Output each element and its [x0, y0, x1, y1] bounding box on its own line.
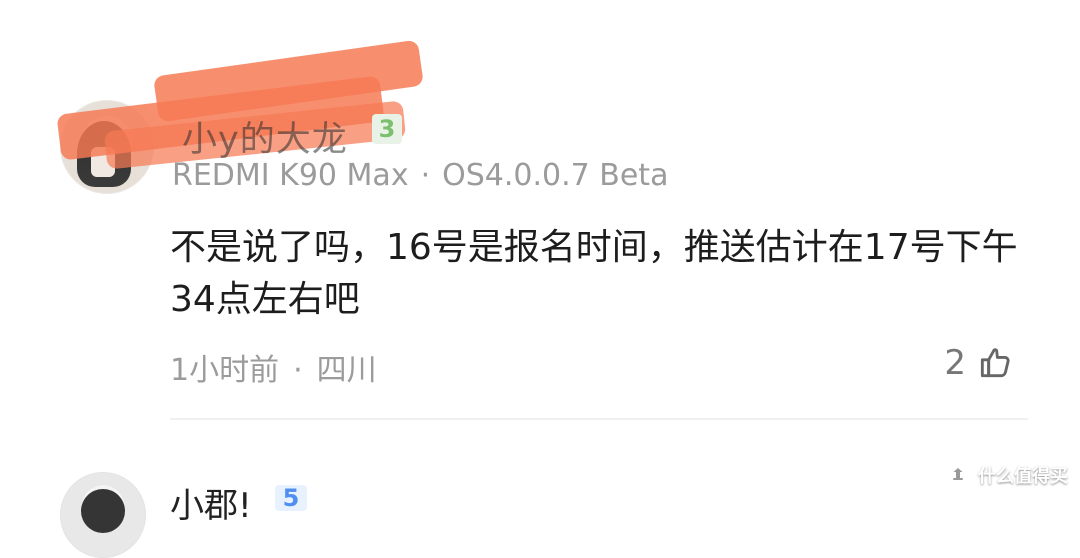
- watermark-text: 什么值得买: [978, 466, 1068, 487]
- comment-divider: [170, 418, 1028, 420]
- thumbs-up-icon: [980, 348, 1010, 378]
- like-button[interactable]: 2: [944, 343, 1014, 383]
- location-separator: ·: [293, 353, 303, 388]
- comment-item: 小y的大龙 3 REDMI K90 Max · OS4.0.0.7 Beta 不是说…: [0, 0, 1080, 430]
- user-level-badge: 5: [275, 485, 307, 511]
- like-count: 2: [944, 343, 966, 383]
- username[interactable]: 小y的大龙: [182, 111, 348, 162]
- watermark-logo-icon: [948, 465, 968, 485]
- os-version: OS4.0.0.7 Beta: [442, 158, 669, 193]
- comment-location: 四川: [316, 353, 377, 388]
- username[interactable]: 小郡!: [170, 478, 252, 527]
- comment-time: 1小时前: [170, 353, 280, 388]
- device-model: REDMI K90 Max: [172, 158, 409, 193]
- user-avatar-icon[interactable]: [60, 472, 146, 558]
- comment-meta: 1小时前 · 四川: [170, 345, 377, 389]
- watermark: 什么值得买: [946, 462, 1068, 488]
- comment-text: 不是说了吗，16号是报名时间，推送估计在17号下午34点左右吧: [170, 227, 1018, 320]
- device-info: REDMI K90 Max · OS4.0.0.7 Beta: [172, 158, 668, 193]
- device-separator: ·: [420, 158, 431, 193]
- user-level-badge: 3: [372, 114, 402, 144]
